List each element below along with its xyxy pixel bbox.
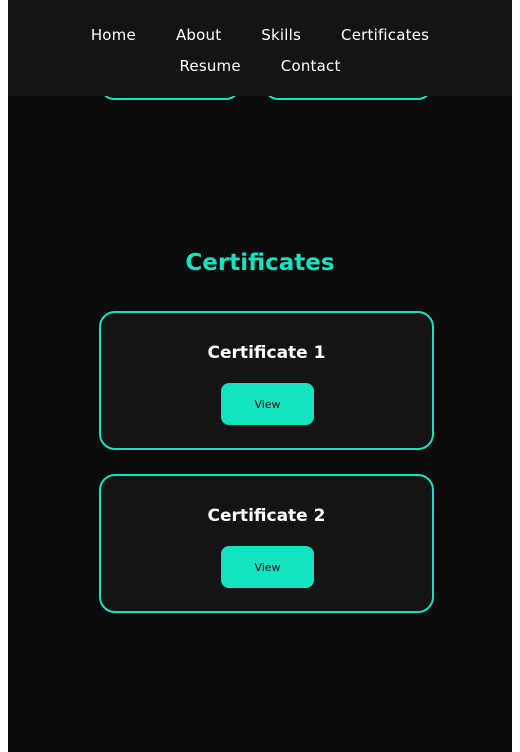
nav-row: Home About Skills Certificates xyxy=(8,26,512,44)
nav-link-home[interactable]: Home xyxy=(91,26,136,44)
nav-link-about[interactable]: About xyxy=(176,26,221,44)
navbar: Home About Skills Certificates Resume Co… xyxy=(8,0,512,96)
page-viewport: Home About Skills Certificates Resume Co… xyxy=(8,0,512,752)
certificate-title: Certificate 2 xyxy=(207,506,326,526)
certificate-card: Certificate 2 View xyxy=(99,474,434,613)
nav-link-resume[interactable]: Resume xyxy=(179,57,240,75)
nav-link-certificates[interactable]: Certificates xyxy=(341,26,429,44)
certificate-title: Certificate 1 xyxy=(207,343,326,363)
view-certificate-button[interactable]: View xyxy=(221,383,314,425)
view-certificate-button[interactable]: View xyxy=(221,546,314,588)
nav-link-skills[interactable]: Skills xyxy=(261,26,301,44)
nav-row: Resume Contact xyxy=(8,57,512,75)
nav-link-contact[interactable]: Contact xyxy=(281,57,341,75)
certificates-heading: Certificates xyxy=(185,250,335,276)
certificate-card: Certificate 1 View xyxy=(99,311,434,450)
